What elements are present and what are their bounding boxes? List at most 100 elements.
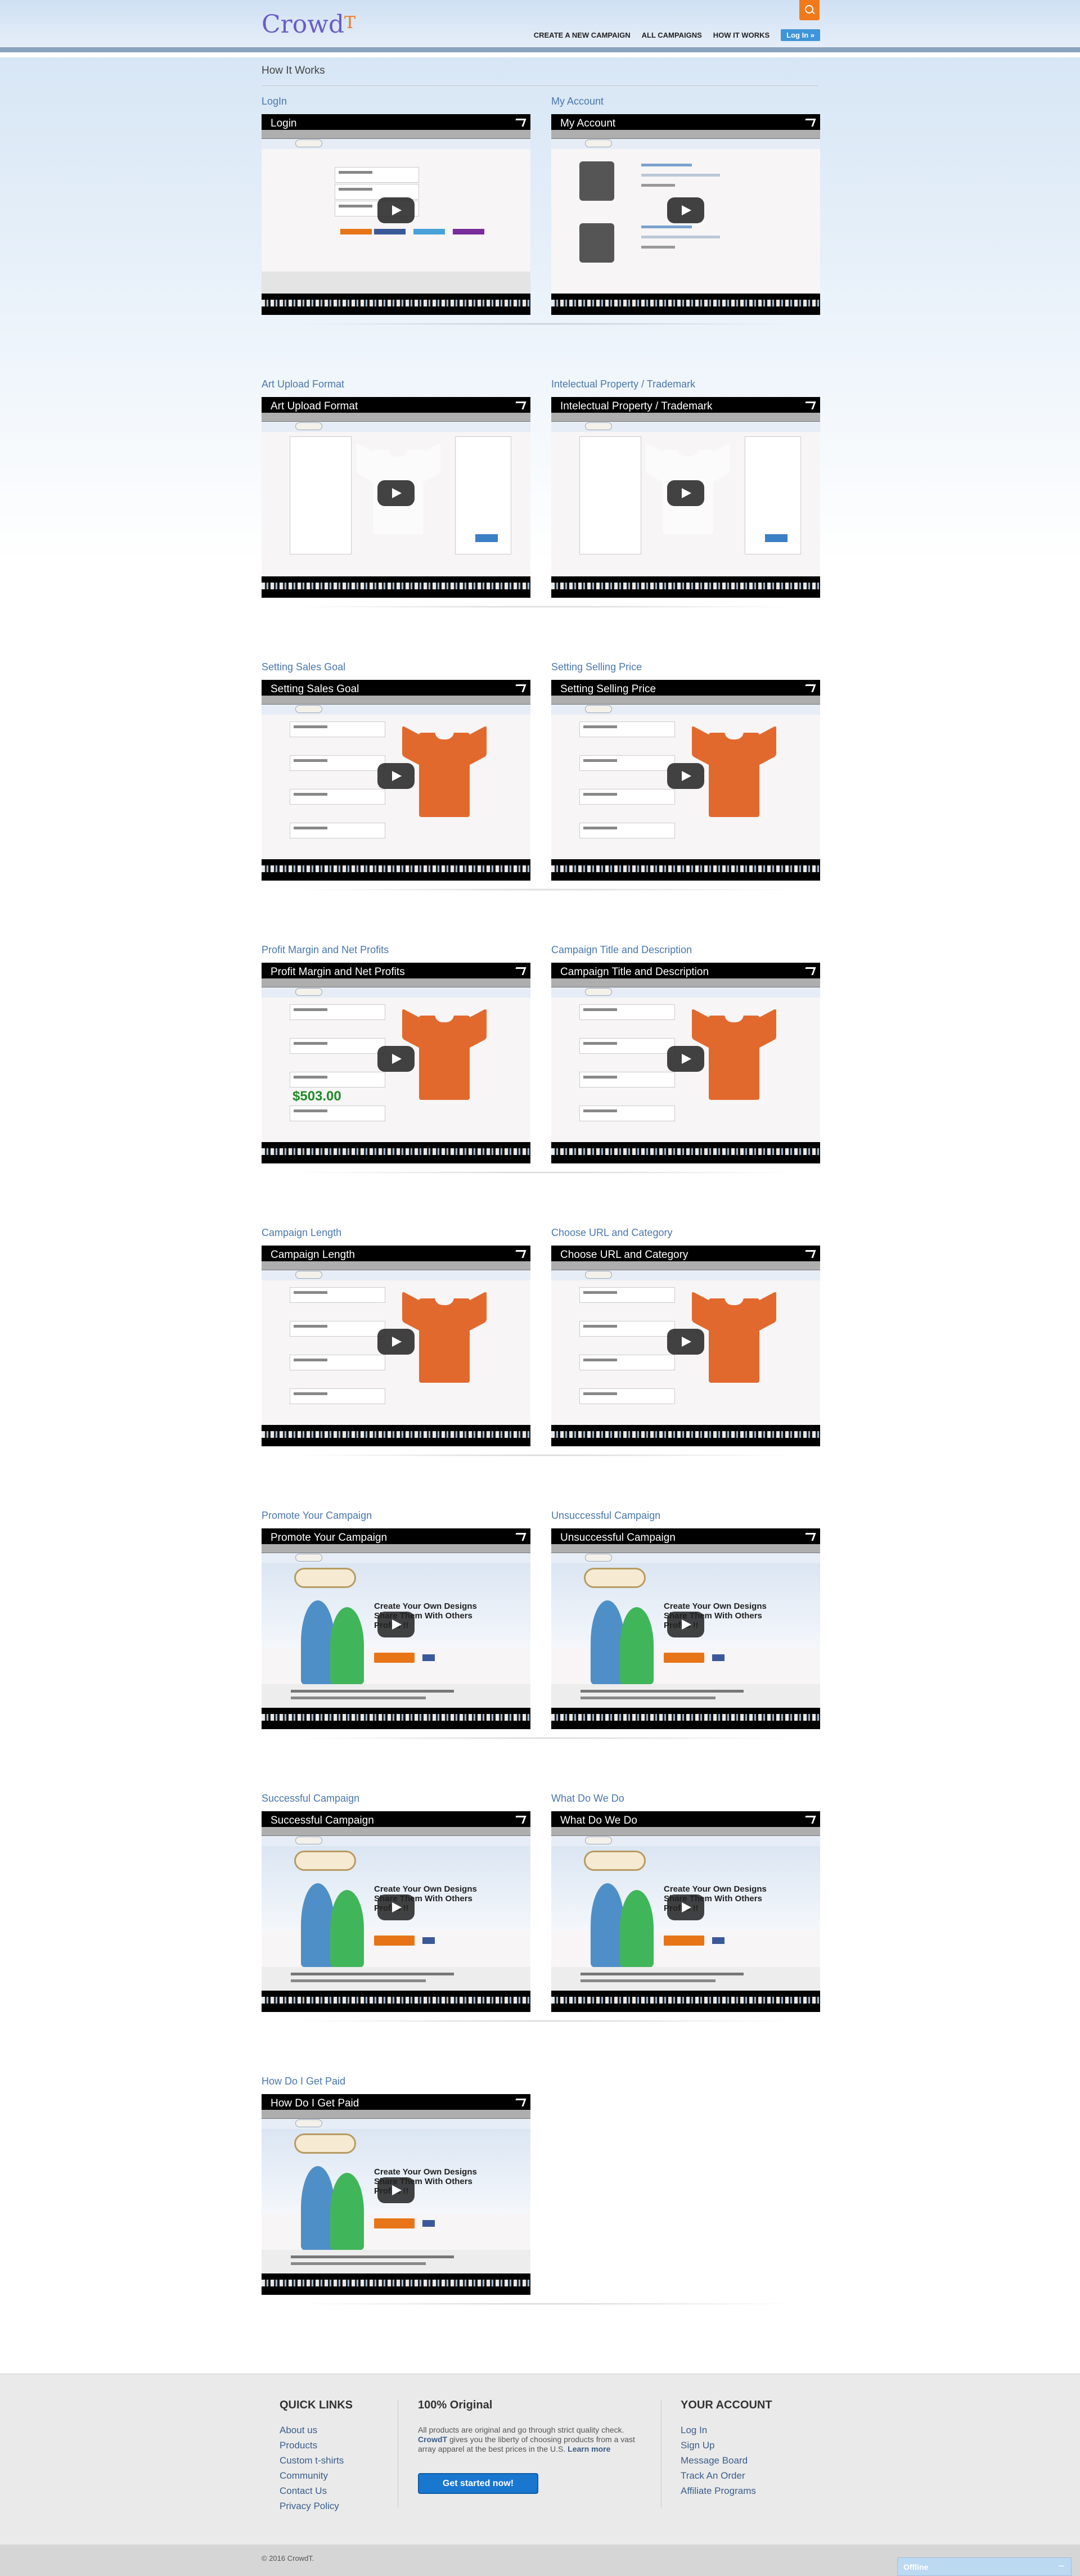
video-title[interactable]: My Account (551, 96, 820, 107)
share-icon[interactable] (803, 119, 816, 127)
player-title[interactable]: Setting Sales Goal (271, 683, 359, 696)
video-player[interactable]: Art Upload Format (262, 397, 530, 598)
minimize-icon[interactable]: – (1059, 2560, 1064, 2572)
play-icon[interactable] (377, 197, 415, 223)
play-icon[interactable] (667, 763, 704, 789)
player-title[interactable]: Intelectual Property / Trademark (560, 400, 712, 413)
nav-how-it-works[interactable]: HOW IT WORKS (713, 31, 770, 39)
play-icon[interactable] (667, 1046, 704, 1072)
player-title[interactable]: Profit Margin and Net Profits (271, 966, 405, 978)
video-title[interactable]: Unsuccessful Campaign (551, 1510, 820, 1522)
play-icon[interactable] (667, 197, 704, 223)
video-player[interactable]: Campaign Title and Description (551, 963, 820, 1163)
video-title[interactable]: Setting Selling Price (551, 661, 820, 673)
share-icon[interactable] (513, 1816, 526, 1824)
video-title[interactable]: Intelectual Property / Trademark (551, 378, 820, 390)
video-title[interactable]: LogIn (262, 96, 530, 107)
video-player[interactable]: My Account (551, 114, 820, 315)
play-icon[interactable] (377, 1894, 415, 1920)
player-title[interactable]: What Do We Do (560, 1815, 637, 1827)
play-icon[interactable] (377, 1329, 415, 1355)
video-title[interactable]: Successful Campaign (262, 1793, 530, 1804)
share-icon[interactable] (513, 2099, 526, 2106)
site-logo-thumbnail (295, 988, 322, 996)
share-icon[interactable] (803, 401, 816, 409)
video-player[interactable]: Login (262, 114, 530, 315)
play-icon[interactable] (667, 480, 704, 506)
share-icon[interactable] (803, 1533, 816, 1541)
player-title[interactable]: How Do I Get Paid (271, 2097, 359, 2110)
video-player[interactable]: Successful Campaign Create Your Own Desig… (262, 1811, 530, 2012)
share-icon[interactable] (803, 1816, 816, 1824)
get-started-button[interactable]: Get started now! (418, 2473, 538, 2494)
share-icon[interactable] (803, 967, 816, 975)
video-player[interactable]: What Do We DoCreate Your Own Designs Sha… (551, 1811, 820, 2012)
video-player[interactable]: Campaign Length (262, 1246, 530, 1446)
footer-link-track-order[interactable]: Track An Order (681, 2470, 745, 2482)
about-text: All products are original and go through… (418, 2425, 643, 2454)
player-title[interactable]: Promote Your Campaign (271, 1532, 387, 1544)
chat-widget[interactable]: Offline – (897, 2557, 1072, 2576)
video-player[interactable]: Intelectual Property / Trademark (551, 397, 820, 598)
video-title[interactable]: Setting Sales Goal (262, 661, 530, 673)
video-title[interactable]: Promote Your Campaign (262, 1510, 530, 1522)
footer-link-about-us[interactable]: About us (280, 2425, 317, 2436)
video-title[interactable]: How Do I Get Paid (262, 2076, 530, 2087)
share-icon[interactable] (513, 401, 526, 409)
video-title[interactable]: Profit Margin and Net Profits (262, 944, 530, 956)
share-icon[interactable] (513, 1250, 526, 1258)
share-icon[interactable] (513, 967, 526, 975)
share-icon[interactable] (803, 1250, 816, 1258)
video-player[interactable]: Choose URL and Category (551, 1246, 820, 1446)
crowdt-logo[interactable]: CrowdT (262, 10, 356, 42)
play-icon[interactable] (667, 1329, 704, 1355)
player-title[interactable]: Login (271, 118, 297, 130)
footer-link-custom-tshirts[interactable]: Custom t-shirts (280, 2455, 344, 2466)
nav-create-campaign[interactable]: CREATE A NEW CAMPAIGN (534, 31, 631, 39)
video-player[interactable]: How Do I Get Paid Create Your Own Designs… (262, 2094, 530, 2295)
player-title[interactable]: Successful Campaign (271, 1815, 374, 1827)
facebook-icon (422, 1937, 435, 1944)
share-icon[interactable] (513, 684, 526, 692)
campaign-form-field (290, 789, 385, 805)
share-icon[interactable] (513, 1533, 526, 1541)
play-icon[interactable] (377, 1046, 415, 1072)
nav-all-campaigns[interactable]: ALL CAMPAIGNS (642, 31, 702, 39)
player-title[interactable]: Setting Selling Price (560, 683, 656, 696)
search-icon[interactable] (799, 0, 820, 20)
play-icon[interactable] (377, 763, 415, 789)
player-title[interactable]: Campaign Length (271, 1249, 355, 1261)
login-button[interactable]: Log In » (781, 29, 820, 41)
video-player[interactable]: Profit Margin and Net Profits $503.00 (262, 963, 530, 1163)
video-player[interactable]: Unsuccessful Campaign Create Your Own Des… (551, 1528, 820, 1729)
learn-more-link[interactable]: Learn more (568, 2444, 610, 2453)
player-title[interactable]: My Account (560, 118, 615, 130)
footer-link-sign-up[interactable]: Sign Up (681, 2440, 714, 2451)
player-title[interactable]: Unsuccessful Campaign (560, 1532, 676, 1544)
video-title[interactable]: Campaign Length (262, 1227, 530, 1239)
player-title[interactable]: Campaign Title and Description (560, 966, 709, 978)
video-player[interactable]: Setting Selling Price (551, 680, 820, 881)
play-icon[interactable] (377, 1612, 415, 1637)
play-icon[interactable] (377, 480, 415, 506)
video-player[interactable]: Promote Your Campaign Create Your Own Des… (262, 1528, 530, 1729)
video-title[interactable]: Campaign Title and Description (551, 944, 820, 956)
share-icon[interactable] (513, 119, 526, 127)
share-icon[interactable] (803, 684, 816, 692)
player-title[interactable]: Art Upload Format (271, 400, 358, 413)
footer-link-affiliate-programs[interactable]: Affiliate Programs (681, 2485, 756, 2497)
play-icon[interactable] (667, 1612, 704, 1637)
video-title[interactable]: Choose URL and Category (551, 1227, 820, 1239)
footer-link-log-in[interactable]: Log In (681, 2425, 707, 2436)
video-title[interactable]: Art Upload Format (262, 378, 530, 390)
footer-link-contact-us[interactable]: Contact Us (280, 2485, 327, 2497)
footer-link-privacy-policy[interactable]: Privacy Policy (280, 2501, 339, 2512)
video-title[interactable]: What Do We Do (551, 1793, 820, 1804)
player-title[interactable]: Choose URL and Category (560, 1249, 688, 1261)
video-player[interactable]: Setting Sales Goal (262, 680, 530, 881)
footer-link-message-board[interactable]: Message Board (681, 2455, 748, 2466)
play-icon[interactable] (667, 1894, 704, 1920)
footer-link-products[interactable]: Products (280, 2440, 317, 2451)
footer-link-community[interactable]: Community (280, 2470, 328, 2482)
play-icon[interactable] (377, 2177, 415, 2203)
